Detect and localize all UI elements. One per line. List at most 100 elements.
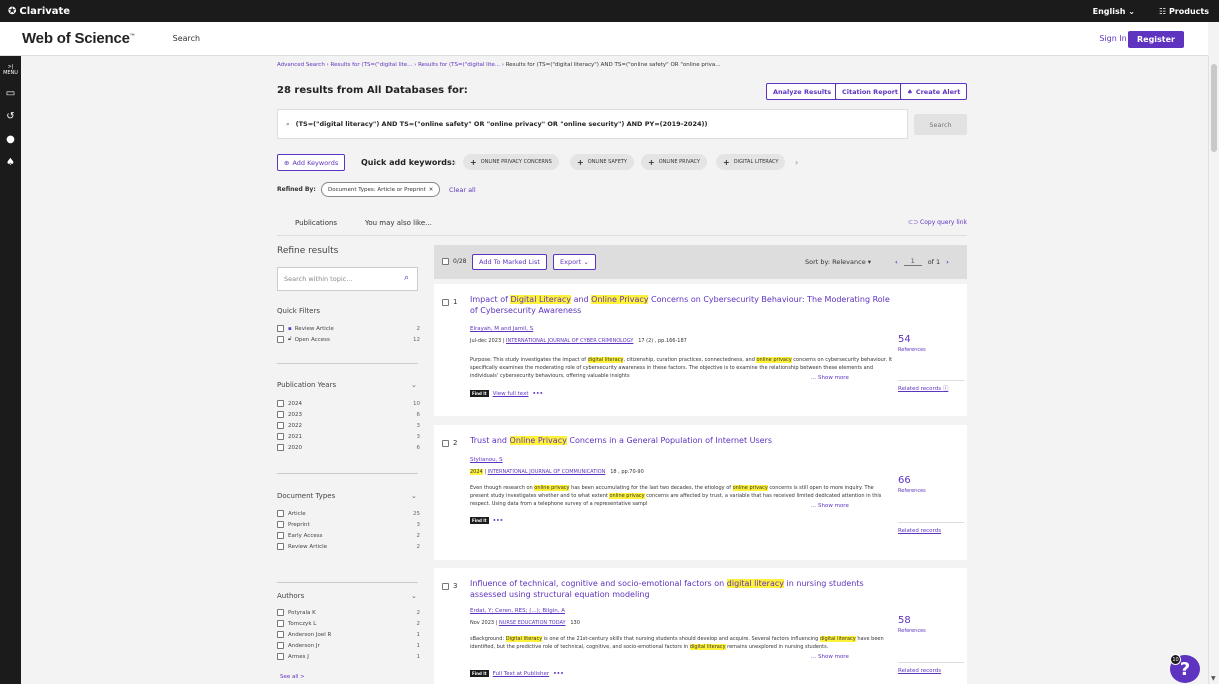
year-row[interactable]: 2022 3 <box>277 422 420 429</box>
related-records-link[interactable]: Related records <box>898 528 941 534</box>
search-icon[interactable]: ⌕ <box>404 273 409 283</box>
scroll-down-icon[interactable]: ▼ <box>1211 675 1216 682</box>
filter-open-access[interactable]: 🔓︎ Open Access 12 <box>277 336 420 343</box>
bell-icon[interactable]: ♠ <box>6 157 15 168</box>
checkbox[interactable] <box>277 620 284 627</box>
checkbox[interactable] <box>277 444 284 451</box>
clarivate-logo[interactable]: ✪ Clarivate <box>8 6 70 17</box>
authors-title[interactable]: Authors ⌄ <box>277 592 418 600</box>
doctype-row[interactable]: Early Access 2 <box>277 532 420 539</box>
find-it-badge[interactable]: Find It <box>470 517 489 524</box>
checkbox[interactable] <box>442 258 449 265</box>
show-more-link[interactable]: ... Show more <box>811 503 849 509</box>
scrollbar-thumb[interactable] <box>1211 64 1217 152</box>
full-text-at-publisher-link[interactable]: Full Text at Publisher <box>493 671 550 677</box>
record-authors[interactable]: Stylianou, S <box>470 457 503 463</box>
references-count[interactable]: 66 <box>898 475 911 486</box>
checkbox[interactable] <box>277 336 284 343</box>
record-title[interactable]: Trust and Online Privacy Concerns in a G… <box>470 435 890 446</box>
chevron-right-icon[interactable]: › <box>795 158 798 167</box>
keyword-chip[interactable]: + ONLINE SAFETY <box>570 154 634 170</box>
user-icon[interactable]: ● <box>6 134 15 145</box>
breadcrumb-item[interactable]: Advanced Search <box>277 62 325 68</box>
checkbox[interactable] <box>277 642 284 649</box>
checkbox[interactable] <box>277 609 284 616</box>
refined-chip[interactable]: Document Types: Article or Preprint ✕ <box>321 182 441 197</box>
checkbox[interactable] <box>277 325 284 332</box>
tab-you-may-also-like[interactable]: You may also like... <box>365 219 432 227</box>
add-to-marked-list-button[interactable]: Add To Marked List <box>472 254 547 270</box>
author-row[interactable]: Anderson Joel R1 <box>277 631 420 638</box>
wos-logo[interactable]: Web of Science™ <box>22 30 135 47</box>
copy-query-link[interactable]: ⊂⊃ Copy query link <box>908 219 967 226</box>
record-authors[interactable]: Elrayah, M and Jamil, S <box>470 326 533 332</box>
author-row[interactable]: Potyrala K2 <box>277 609 420 616</box>
record-title[interactable]: Influence of technical, cognitive and so… <box>470 578 890 600</box>
create-alert-button[interactable]: ♠ Create Alert <box>900 83 968 100</box>
help-circle-icon[interactable]: ⓘ <box>943 386 949 392</box>
more-options-icon[interactable]: ••• <box>533 391 544 397</box>
clear-all-link[interactable]: Clear all <box>449 186 476 194</box>
select-all[interactable]: 0/28 <box>442 258 466 265</box>
references-count[interactable]: 54 <box>898 334 911 345</box>
search-button[interactable]: Search <box>914 114 967 135</box>
year-row[interactable]: 2024 10 <box>277 400 420 407</box>
folder-icon[interactable]: ▭ <box>6 88 15 99</box>
nav-search-link[interactable]: Search <box>173 34 200 43</box>
journal-link[interactable]: INTERNATIONAL JOURNAL OF CYBER CRIMINOLO… <box>506 338 633 344</box>
year-row[interactable]: 2020 6 <box>277 444 420 451</box>
checkbox[interactable] <box>277 631 284 638</box>
export-button[interactable]: Export ⌄ <box>553 254 596 270</box>
sort-by-select[interactable]: Sort by: Relevance ▾ <box>805 258 871 266</box>
page-scrollbar[interactable]: ▼ <box>1208 56 1219 684</box>
next-page-icon[interactable]: › <box>946 258 949 266</box>
checkbox[interactable] <box>277 653 284 660</box>
record-authors[interactable]: Erdat, Y; Ceren, RES; (...); Bilgin, A <box>470 608 565 614</box>
filter-review-article[interactable]: ▪ Review Article 2 <box>277 325 420 332</box>
language-menu[interactable]: English ⌄ <box>1093 7 1135 16</box>
checkbox[interactable] <box>442 298 449 306</box>
more-options-icon[interactable]: ••• <box>493 518 504 524</box>
doctype-row[interactable]: Preprint 3 <box>277 521 420 528</box>
find-it-badge[interactable]: Find It <box>470 390 489 397</box>
checkbox[interactable] <box>442 582 449 590</box>
analyze-results-button[interactable]: Analyze Results <box>766 83 839 100</box>
checkbox[interactable] <box>277 543 284 550</box>
history-icon[interactable]: ↺ <box>6 111 14 122</box>
query-box[interactable]: ⌕ (TS=("digital literacy") AND TS=("onli… <box>277 109 908 139</box>
checkbox[interactable] <box>277 521 284 528</box>
show-more-link[interactable]: ... Show more <box>811 375 849 381</box>
chevron-left-icon[interactable]: ‹ <box>453 158 456 167</box>
related-records-link[interactable]: Related records <box>898 668 941 674</box>
author-row[interactable]: Tomczyk L2 <box>277 620 420 627</box>
doctype-row[interactable]: Review Article 2 <box>277 543 420 550</box>
page-input[interactable]: 1 <box>903 257 922 266</box>
journal-link[interactable]: INTERNATIONAL JOURNAL OF COMMUNICATION <box>488 469 606 475</box>
references-count[interactable]: 58 <box>898 615 911 626</box>
author-row[interactable]: Armes J1 <box>277 653 420 660</box>
checkbox[interactable] <box>442 439 449 447</box>
keyword-chip[interactable]: + ONLINE PRIVACY <box>641 154 707 170</box>
keyword-chip[interactable]: + DIGITAL LITERACY <box>716 154 786 170</box>
related-records-link[interactable]: Related records ⓘ <box>898 384 948 392</box>
checkbox[interactable] <box>277 532 284 539</box>
breadcrumb-item[interactable]: Results for (TS=("digital lite... <box>331 62 413 68</box>
author-row[interactable]: Anderson Jr 1 <box>277 642 420 649</box>
prev-page-icon[interactable]: ‹ <box>895 258 898 266</box>
more-options-icon[interactable]: ••• <box>553 671 564 677</box>
see-all-authors-link[interactable]: See all > <box>280 674 305 680</box>
year-row[interactable]: 2021 3 <box>277 433 420 440</box>
citation-report-button[interactable]: Citation Report <box>835 83 906 100</box>
menu-toggle[interactable]: >| MENU <box>3 64 18 76</box>
checkbox[interactable] <box>277 422 284 429</box>
document-types-title[interactable]: Document Types ⌄ <box>277 492 418 500</box>
checkbox[interactable] <box>277 433 284 440</box>
keyword-chip[interactable]: + ONLINE PRIVACY CONCERNS <box>463 154 559 170</box>
breadcrumb-item[interactable]: Results for (TS=("digital lite... <box>418 62 500 68</box>
show-more-link[interactable]: ... Show more <box>811 654 849 660</box>
doctype-row[interactable]: Article 25 <box>277 510 420 517</box>
add-keywords-button[interactable]: ⊕ Add Keywords <box>277 154 346 171</box>
checkbox[interactable] <box>277 411 284 418</box>
register-button[interactable]: Register <box>1127 31 1184 48</box>
tab-publications[interactable]: Publications <box>295 219 337 227</box>
